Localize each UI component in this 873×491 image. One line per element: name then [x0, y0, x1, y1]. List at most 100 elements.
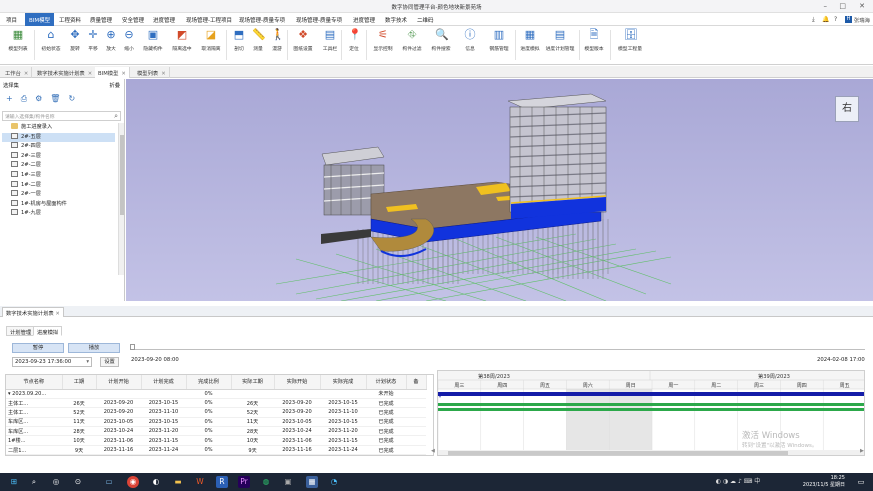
model-quantity-button[interactable]: 🗄 模型工程量	[614, 29, 646, 53]
tree-item[interactable]: 2#-四层	[2, 142, 115, 152]
menu-item-progress-2[interactable]: 进度管理	[353, 16, 375, 24]
tab-plan-management[interactable]: 计划管理	[6, 326, 36, 336]
close-button[interactable]: ✕	[859, 2, 865, 10]
tab-schedule-simulation[interactable]: 进度模拟	[33, 326, 63, 336]
settings-icon[interactable]: ⚙	[35, 94, 42, 103]
tree-item[interactable]: 1#-机房与屋面构件	[2, 199, 115, 210]
schedule-sim-button[interactable]: ▦ 进度模拟	[516, 29, 544, 53]
refresh-icon[interactable]: ↻	[68, 94, 75, 103]
minimize-button[interactable]: –	[824, 2, 828, 10]
table-row[interactable]: 车库区... 28天 2023-10-24 2023-11-20 0% 28天 2023-1…	[6, 426, 426, 437]
wechat-icon[interactable]: ◍	[260, 476, 272, 488]
toolbar-button[interactable]: ▤ 工具栏	[317, 29, 343, 53]
tree-item[interactable]: 2#-二层	[2, 161, 115, 171]
close-icon[interactable]: ✕	[55, 311, 59, 317]
set-button[interactable]: 设置	[100, 357, 119, 367]
table-row[interactable]: 1#楼... 10天 2023-11-06 2023-11-15 0% 10天 2023-1…	[6, 435, 426, 446]
unisolate-button[interactable]: ◪ 取消隔离	[197, 29, 225, 53]
search-input[interactable]: 请输入选择集/构件名称 ⌕	[2, 111, 121, 121]
scrollbar[interactable]	[118, 123, 124, 275]
menu-item-docs[interactable]: 工程资料	[59, 16, 81, 24]
isolate-button[interactable]: ◩ 隔离选中	[168, 29, 196, 53]
tab-workbench[interactable]: 工作台 ✕	[2, 67, 33, 78]
rebar-button[interactable]: ▥ 钢筋管理	[484, 29, 514, 53]
chrome-icon[interactable]: ◉	[127, 476, 139, 488]
help-icon[interactable]: ?	[834, 16, 837, 23]
cortana-icon[interactable]: ⊙	[72, 476, 84, 488]
bell-icon[interactable]: 🔔	[822, 16, 829, 23]
table-row[interactable]: ▾ 2023.09.20... 0% 未开始	[6, 389, 426, 399]
print-icon[interactable]: ⎙	[21, 94, 27, 103]
column-header[interactable]: 计划完成	[141, 375, 187, 390]
tray-icons[interactable]: ◐ ◑ ☁ ♪ ⌨ 中	[708, 476, 768, 488]
menu-item-quality[interactable]: 质量管理	[90, 16, 112, 24]
tree-item[interactable]: 施工进度录入	[2, 123, 115, 133]
add-icon[interactable]: +	[6, 94, 13, 103]
search-icon[interactable]: ⌕	[28, 476, 40, 488]
active-app-icon[interactable]: ▦	[306, 476, 318, 488]
home-button[interactable]: ⌂ 初始状态	[38, 29, 64, 53]
menu-item-progress[interactable]: 进度管理	[153, 16, 175, 24]
app-icon-2[interactable]: ▣	[282, 476, 294, 488]
scrollbar-thumb[interactable]	[120, 135, 124, 215]
component-search-button[interactable]: 🔍 构件搜索	[426, 29, 456, 53]
drawing-settings-button[interactable]: ❖ 图纸设置	[288, 29, 318, 53]
tab-model-list[interactable]: 模型列表 ✕	[134, 67, 170, 78]
start-icon[interactable]: ⊞	[8, 476, 20, 488]
tab-digital-plan[interactable]: 数字技术实施计划表 ✕	[34, 67, 97, 78]
tree-item[interactable]: 2#-三层	[2, 151, 115, 162]
clock[interactable]: 18:25 2023/11/5 星期日	[803, 475, 845, 489]
premiere-icon[interactable]: Pr	[238, 476, 250, 488]
avatar[interactable]: H	[845, 16, 852, 23]
close-icon[interactable]: ✕	[121, 71, 125, 77]
tab-digital-plan-panel[interactable]: 数字技术实施计划表 ✕	[2, 307, 64, 317]
table-row[interactable]: 主体工... 26天 2023-09-20 2023-10-15 0% 26天 2023-0…	[6, 398, 426, 409]
menu-item-site-quality[interactable]: 现场管理-质量专项	[239, 16, 285, 24]
info-button[interactable]: ⓘ 信息	[455, 29, 485, 53]
task-view-icon[interactable]: ▭	[103, 476, 115, 488]
display-control-button[interactable]: ⚟ 显示控制	[368, 29, 398, 53]
column-header[interactable]: 计划开始	[96, 375, 142, 390]
menu-item-site-project[interactable]: 现场管理-工程项目	[186, 16, 232, 24]
tree-item[interactable]: 2#-五层	[2, 132, 115, 143]
menu-item-qrcode[interactable]: 二维码	[417, 16, 434, 24]
table-row[interactable]: 车库区... 11天 2023-10-05 2023-10-15 0% 11天 2023-1…	[6, 417, 426, 428]
task-view-icon[interactable]: ◎	[50, 476, 62, 488]
model-version-button[interactable]: 🗎 模型版本	[580, 29, 608, 53]
user-name[interactable]: 张瑞海	[854, 16, 870, 24]
wps-icon[interactable]: W	[194, 476, 206, 488]
column-header[interactable]: 实际开始	[274, 375, 321, 390]
menu-item-digital[interactable]: 数字技术	[385, 16, 407, 24]
column-header[interactable]: 节点名称	[6, 375, 63, 390]
column-header[interactable]: 完成比例	[186, 375, 232, 390]
tree-item[interactable]: 1#-二层	[2, 180, 115, 191]
locate-button[interactable]: 📍 定位	[341, 29, 367, 53]
stop-button[interactable]: 暂停	[12, 343, 64, 353]
hide-component-button[interactable]: ▣ 隐藏构件	[139, 29, 167, 53]
close-icon[interactable]: ✕	[161, 71, 165, 77]
column-header[interactable]: 实际完成	[320, 375, 367, 390]
view-cube[interactable]: 右	[835, 96, 859, 122]
chevron-down-icon[interactable]: ▾	[86, 358, 89, 367]
menu-item-safety[interactable]: 安全管理	[122, 16, 144, 24]
revit-icon[interactable]: R	[216, 476, 228, 488]
model-list-button[interactable]: ▦ 模型列表	[5, 29, 31, 53]
table-row[interactable]: 主体工... 52天 2023-09-20 2023-11-10 0% 52天 2023-0…	[6, 407, 426, 418]
column-header[interactable]: 实际工期	[231, 375, 275, 390]
date-time-field[interactable]: 2023-09-23 17:36:00 ▾	[12, 357, 92, 367]
tab-bim-model[interactable]: BIM模型 ✕	[95, 67, 130, 78]
search-icon[interactable]: ⌕	[114, 112, 118, 121]
schedule-plan-button[interactable]: ▤ 进度计划管理	[543, 29, 577, 53]
menu-item-home[interactable]: 项目	[6, 16, 17, 24]
maximize-button[interactable]: □	[839, 2, 846, 10]
app-icon[interactable]: ◐	[150, 476, 162, 488]
qq-icon[interactable]: ◔	[328, 476, 340, 488]
menu-item-site-quality-2[interactable]: 现场管理-质量专项	[296, 16, 342, 24]
file-explorer-icon[interactable]: ▬	[172, 476, 184, 488]
close-icon[interactable]: ✕	[88, 71, 92, 77]
download-icon[interactable]: ⤓	[812, 16, 815, 24]
collapse-button[interactable]: 折叠	[109, 81, 120, 89]
tree-item[interactable]: 1#-九层	[2, 209, 115, 219]
tree-item[interactable]: 1#-三层	[2, 170, 115, 181]
timeline-slider[interactable]	[130, 344, 865, 350]
